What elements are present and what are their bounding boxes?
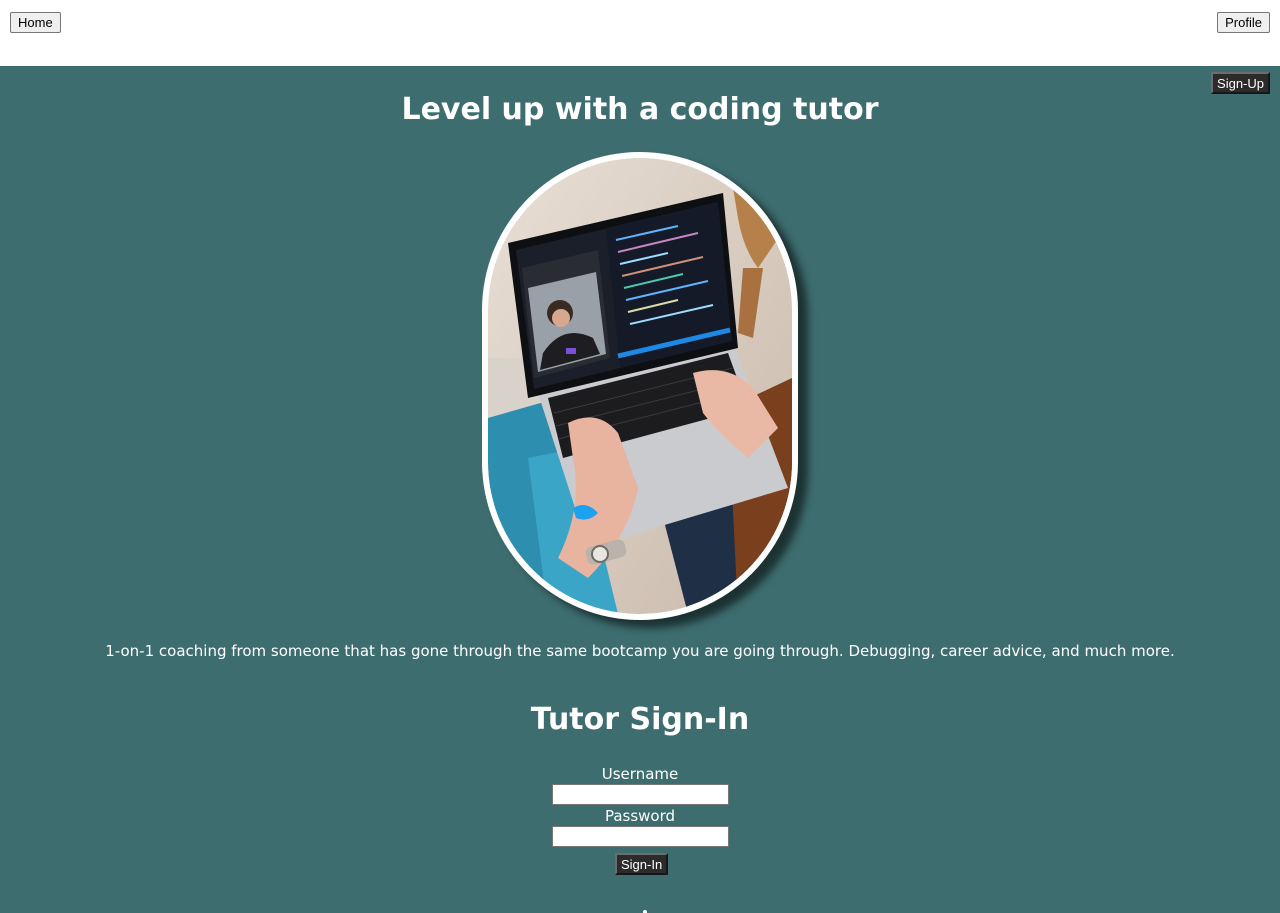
- profile-button[interactable]: Profile: [1217, 12, 1270, 33]
- home-button[interactable]: Home: [10, 12, 61, 33]
- username-input[interactable]: [552, 784, 729, 805]
- sign-in-button[interactable]: Sign-In: [615, 853, 669, 875]
- signin-title: Tutor Sign-In: [530, 702, 750, 737]
- top-navigation-bar: Home Profile: [0, 0, 1280, 66]
- hero-tagline: 1-on-1 coaching from someone that has go…: [105, 642, 1175, 660]
- password-input[interactable]: [552, 826, 729, 847]
- hero-title: Level up with a coding tutor: [401, 92, 879, 127]
- hero-image-frame: [482, 152, 798, 620]
- password-label: Password: [604, 807, 676, 825]
- username-label: Username: [601, 765, 679, 783]
- sign-up-button[interactable]: Sign-Up: [1211, 72, 1270, 94]
- main-content: Sign-Up Level up with a coding tutor 1-o…: [0, 66, 1280, 913]
- laptop-coding-photo: [488, 158, 792, 614]
